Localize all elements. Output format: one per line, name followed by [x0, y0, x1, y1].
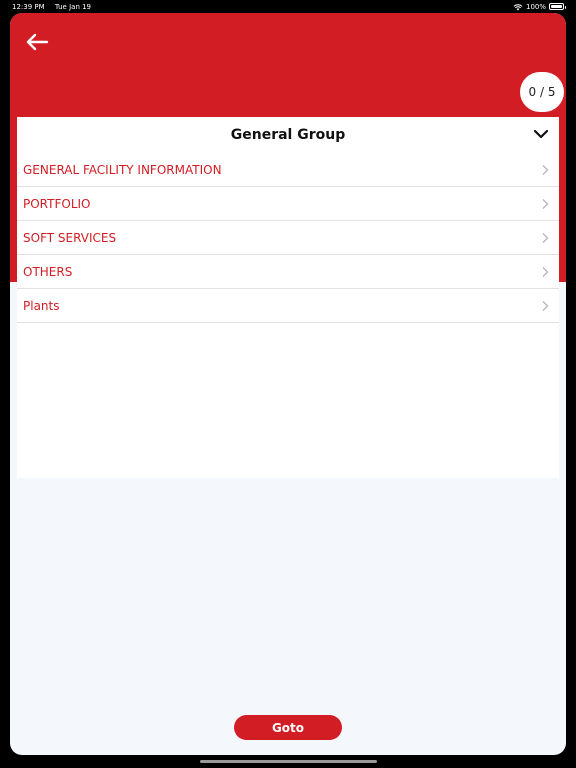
list-item-general-facility-information[interactable]: GENERAL FACILITY INFORMATION	[17, 153, 559, 187]
group-item-list: GENERAL FACILITY INFORMATION PORTFOLIO S…	[17, 153, 559, 323]
group-header[interactable]: General Group	[17, 117, 559, 153]
list-item-soft-services[interactable]: SOFT SERVICES	[17, 221, 559, 255]
progress-badge: 0 / 5	[520, 72, 564, 112]
group-card: General Group GENERAL FACILITY INFORMATI…	[17, 117, 559, 478]
battery-percent: 100%	[525, 2, 546, 11]
battery-icon	[549, 3, 566, 10]
chevron-right-icon	[542, 232, 549, 243]
app-screen: 0 / 5 General Group GENERAL FACILITY INF…	[10, 13, 566, 755]
chevron-down-icon[interactable]	[533, 128, 549, 140]
group-title: General Group	[230, 127, 346, 143]
status-time: 12:39 PM	[12, 2, 45, 11]
chevron-right-icon	[542, 164, 549, 175]
chevron-right-icon	[542, 266, 549, 277]
list-item-portfolio[interactable]: PORTFOLIO	[17, 187, 559, 221]
back-button[interactable]	[22, 29, 52, 55]
home-indicator[interactable]	[200, 760, 377, 763]
list-item-others[interactable]: OTHERS	[17, 255, 559, 289]
arrow-left-icon	[26, 33, 49, 51]
list-item-label: Plants	[23, 298, 60, 313]
chevron-right-icon	[542, 198, 549, 209]
list-item-label: PORTFOLIO	[23, 196, 91, 211]
wifi-icon	[513, 3, 523, 10]
list-item-label: SOFT SERVICES	[23, 230, 117, 245]
list-item-plants[interactable]: Plants	[17, 289, 559, 323]
status-date: Tue Jan 19	[54, 2, 92, 11]
goto-button[interactable]: Goto	[234, 715, 342, 740]
list-item-label: GENERAL FACILITY INFORMATION	[23, 162, 222, 177]
status-bar: 12:39 PM Tue Jan 19 100%	[0, 0, 576, 13]
list-item-label: OTHERS	[23, 264, 73, 279]
chevron-right-icon	[542, 300, 549, 311]
